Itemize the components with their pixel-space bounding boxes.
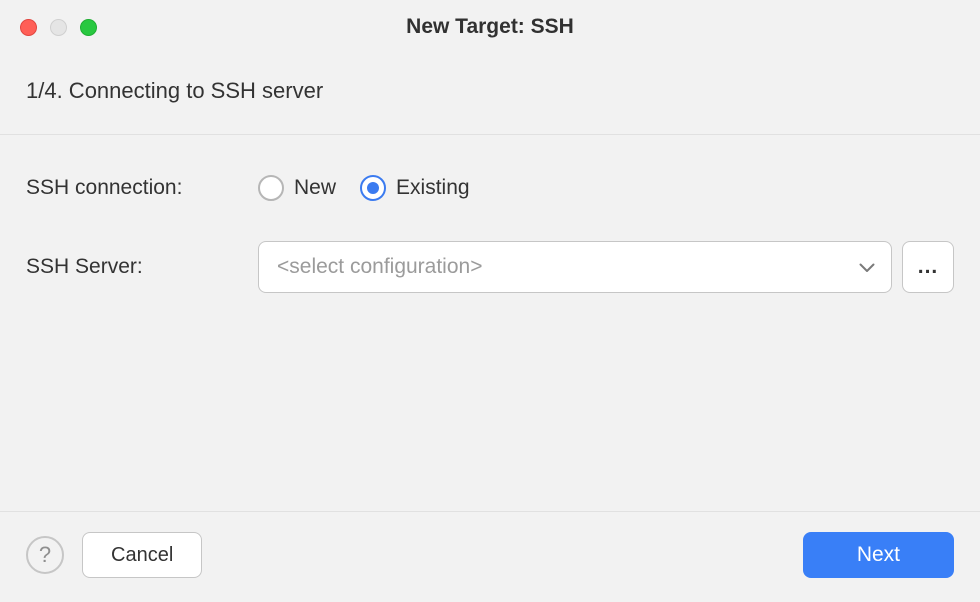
ellipsis-icon: ... <box>918 255 939 279</box>
next-label: Next <box>857 543 900 567</box>
ssh-server-select-wrapper: <select configuration> ... <box>258 241 954 293</box>
radio-dot-icon <box>367 182 379 194</box>
title-bar: New Target: SSH <box>0 0 980 54</box>
step-header: 1/4. Connecting to SSH server <box>0 54 980 135</box>
radio-new[interactable]: New <box>258 175 336 201</box>
minimize-window-icon <box>50 19 67 36</box>
help-button[interactable]: ? <box>26 536 64 574</box>
dialog-footer: ? Cancel Next <box>0 511 980 602</box>
ssh-server-placeholder: <select configuration> <box>277 255 482 279</box>
radio-existing-label: Existing <box>396 176 470 200</box>
radio-icon <box>258 175 284 201</box>
next-button[interactable]: Next <box>803 532 954 578</box>
chevron-down-icon <box>859 255 875 279</box>
close-window-icon[interactable] <box>20 19 37 36</box>
ssh-connection-row: SSH connection: New Existing <box>26 175 954 201</box>
browse-button[interactable]: ... <box>902 241 954 293</box>
maximize-window-icon[interactable] <box>80 19 97 36</box>
help-icon: ? <box>39 542 51 568</box>
ssh-server-row: SSH Server: <select configuration> ... <box>26 241 954 293</box>
radio-new-label: New <box>294 176 336 200</box>
radio-icon-selected <box>360 175 386 201</box>
ssh-server-select[interactable]: <select configuration> <box>258 241 892 293</box>
cancel-label: Cancel <box>111 544 173 567</box>
form-area: SSH connection: New Existing SSH Server:… <box>0 135 980 293</box>
ssh-connection-label: SSH connection: <box>26 176 258 200</box>
window-title: New Target: SSH <box>0 15 980 39</box>
window-controls <box>0 19 97 36</box>
radio-existing[interactable]: Existing <box>360 175 470 201</box>
ssh-connection-radio-group: New Existing <box>258 175 470 201</box>
cancel-button[interactable]: Cancel <box>82 532 202 578</box>
ssh-server-label: SSH Server: <box>26 255 258 279</box>
